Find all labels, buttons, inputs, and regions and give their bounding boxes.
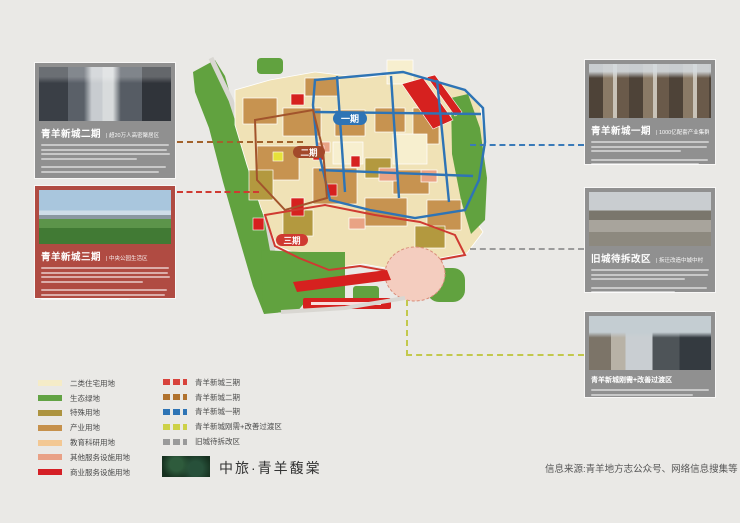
legend-label: 旧城待拆改区 <box>195 436 240 447</box>
parcel <box>253 218 264 230</box>
legend-label: 青羊新城一期 <box>195 406 240 417</box>
transition-title-row: 青羊新城刚需+改善过渡区 <box>591 375 709 385</box>
phase3-photo <box>39 190 171 244</box>
phase1-title-row: 青羊新城一期 | 1000亿配套产业集群 <box>591 123 709 137</box>
legend-label: 特殊用地 <box>70 407 100 418</box>
legend-item: 二类住宅用地 <box>38 376 130 391</box>
poster-page: { "cards": { "phase2": {"title": "青羊新城二期… <box>0 0 740 523</box>
phase3-pill: 三期 <box>276 234 308 246</box>
card-transition: 青羊新城刚需+改善过渡区 <box>585 312 715 397</box>
legend-label: 教育科研用地 <box>70 437 115 448</box>
transition-zone <box>385 247 445 301</box>
legend-label: 生态绿地 <box>70 393 100 404</box>
phase2-label: 二期 <box>300 148 318 158</box>
phase2-subtitle: | 超20万人高密聚居区 <box>106 131 159 139</box>
parcel <box>305 78 339 96</box>
legend-swatch <box>38 440 62 446</box>
legend-item: 青羊新城三期 <box>163 375 282 390</box>
legend-label: 二类住宅用地 <box>70 378 115 389</box>
phase3-body-text-lines <box>39 267 171 300</box>
leader-phase1 <box>470 144 584 146</box>
parcel-yellow <box>273 152 283 161</box>
card-old-town: 旧城待拆改区 | 拆迁改造中城中村 <box>585 188 715 292</box>
transition-body-text-lines <box>589 389 711 396</box>
legend-swatch <box>163 394 187 400</box>
leader-transition-v <box>406 300 408 356</box>
parcel <box>291 94 304 105</box>
legend-item: 生态绿地 <box>38 391 130 406</box>
legend-label: 商业服务设施用地 <box>70 467 130 478</box>
parcel <box>421 170 437 182</box>
legend-item: 特殊用地 <box>38 406 130 421</box>
phase3-subtitle: | 中央公园生活区 <box>106 254 147 262</box>
card-phase1: 青羊新城一期 | 1000亿配套产业集群 <box>585 60 715 164</box>
legend-item: 其他服务设施用地 <box>38 450 130 465</box>
legend-swatch <box>38 454 62 460</box>
phase2-body-text-lines <box>39 144 171 173</box>
green-patch <box>257 58 283 74</box>
legend-item: 青羊新城二期 <box>163 390 282 405</box>
leader-phase2 <box>177 141 303 143</box>
legend-label: 青羊新城三期 <box>195 377 240 388</box>
phase3-label: 三期 <box>283 236 301 246</box>
phase2-pill: 二期 <box>293 146 325 158</box>
old-town-photo <box>589 192 711 246</box>
phase2-title-row: 青羊新城二期 | 超20万人高密聚居区 <box>41 126 169 140</box>
card-phase2: 青羊新城二期 | 超20万人高密聚居区 <box>35 63 175 178</box>
parcel <box>349 218 365 229</box>
legend-swatch <box>38 395 62 401</box>
legend-swatch <box>38 410 62 416</box>
legend-label: 青羊新城二期 <box>195 392 240 403</box>
transition-photo <box>589 316 711 370</box>
old-town-body-text-lines <box>589 269 711 293</box>
phase1-photo <box>589 64 711 118</box>
parcel <box>351 156 360 167</box>
phase1-pill: 一期 <box>333 112 367 125</box>
parcel <box>393 134 427 164</box>
phase2-title: 青羊新城二期 <box>41 126 101 140</box>
leader-transition-h <box>406 354 584 356</box>
land-use-map: 一期 二期 三期 <box>165 50 595 380</box>
legend-item: 教育科研用地 <box>38 435 130 450</box>
legend-swatch <box>163 379 187 385</box>
legend-item: 青羊新城刚需+改善过渡区 <box>163 419 282 434</box>
card-phase3: 青羊新城三期 | 中央公园生活区 <box>35 186 175 298</box>
leader-old-town <box>470 248 584 250</box>
old-town-subtitle: | 拆迁改造中城中村 <box>656 256 703 264</box>
phase2-photo <box>39 67 171 121</box>
old-town-title: 旧城待拆改区 <box>591 251 651 265</box>
leader-phase3 <box>177 191 259 193</box>
legend-label: 产业用地 <box>70 422 100 433</box>
transition-title: 青羊新城刚需+改善过渡区 <box>591 375 672 385</box>
phase1-label: 一期 <box>341 113 359 124</box>
legend-swatch <box>38 469 62 475</box>
legend-item: 产业用地 <box>38 420 130 435</box>
phase1-body-text-lines <box>589 141 711 165</box>
legend-swatch <box>163 439 187 445</box>
legend-swatch <box>163 424 187 430</box>
legend-label: 青羊新城刚需+改善过渡区 <box>195 421 282 432</box>
legend-item: 青羊新城一期 <box>163 405 282 420</box>
phase3-title: 青羊新城三期 <box>41 249 101 263</box>
legend-item: 旧城待拆改区 <box>163 434 282 449</box>
source-note: 信息来源:青羊地方志公众号、网络信息搜集等 <box>545 461 738 475</box>
legend-swatch <box>38 380 62 386</box>
legend-phases: 青羊新城三期青羊新城二期青羊新城一期青羊新城刚需+改善过渡区旧城待拆改区 <box>163 375 282 449</box>
phase1-subtitle: | 1000亿配套产业集群 <box>656 128 709 136</box>
old-town-title-row: 旧城待拆改区 | 拆迁改造中城中村 <box>591 251 709 265</box>
legend-land-use: 二类住宅用地生态绿地特殊用地产业用地教育科研用地其他服务设施用地商业服务设施用地 <box>38 376 130 480</box>
legend-label: 其他服务设施用地 <box>70 452 130 463</box>
legend-swatch <box>163 409 187 415</box>
logo-image <box>162 456 210 477</box>
phase3-title-row: 青羊新城三期 | 中央公园生活区 <box>41 249 169 263</box>
legend-swatch <box>38 425 62 431</box>
phase1-title: 青羊新城一期 <box>591 123 651 137</box>
logo-text: 中旅·青羊馥棠 <box>219 458 322 478</box>
parcel <box>379 168 397 181</box>
legend-item: 商业服务设施用地 <box>38 465 130 480</box>
